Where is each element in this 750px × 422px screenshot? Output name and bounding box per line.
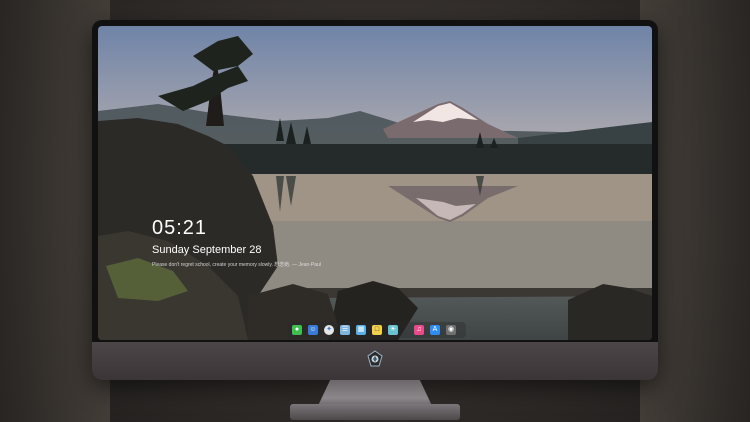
files-icon[interactable]: ▦ bbox=[356, 325, 366, 335]
clock-quote: Please don't regret school, create your … bbox=[152, 262, 321, 268]
calendar-icon[interactable]: □ bbox=[372, 325, 382, 335]
safari-icon[interactable]: ✦ bbox=[324, 325, 334, 335]
finder-icon[interactable]: ☺ bbox=[308, 325, 318, 335]
brand-logo-icon bbox=[367, 350, 383, 367]
music-icon[interactable]: ♫ bbox=[414, 325, 424, 335]
photos-icon[interactable]: ☀ bbox=[388, 325, 398, 335]
messages-icon[interactable]: ● bbox=[292, 325, 302, 335]
app-store-icon[interactable]: A bbox=[430, 325, 440, 335]
camera-icon[interactable]: ◉ bbox=[446, 325, 456, 335]
clock-time: 05:21 bbox=[152, 217, 208, 239]
notes-icon[interactable]: ☰ bbox=[340, 325, 350, 335]
lockscreen-clock: 05:21 Sunday September 28 Please don't r… bbox=[152, 216, 321, 268]
monitor: 05:21 Sunday September 28 Please don't r… bbox=[92, 20, 658, 380]
clock-date: Sunday September 28 bbox=[152, 244, 262, 256]
wallpaper bbox=[98, 36, 652, 340]
monitor-base bbox=[290, 404, 460, 420]
dock: ● ☺ ✦ ☰ ▦ □ ☀ ♫ A ◉ bbox=[288, 322, 466, 338]
desktop-screen: 05:21 Sunday September 28 Please don't r… bbox=[98, 26, 652, 340]
